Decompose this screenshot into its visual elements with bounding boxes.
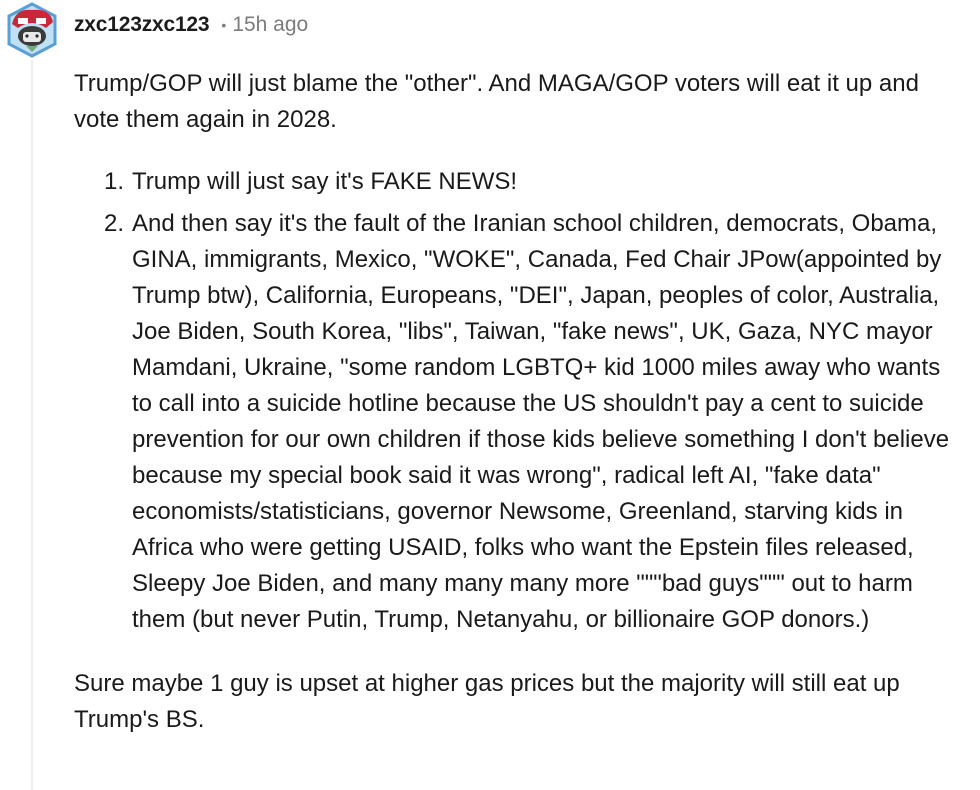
user-avatar[interactable] <box>6 2 58 58</box>
comment-ordered-list: 1. Trump will just say it's FAKE NEWS! 2… <box>74 164 954 638</box>
comment-paragraph: Sure maybe 1 guy is upset at higher gas … <box>74 670 900 733</box>
list-item-number: 2. <box>104 210 125 237</box>
snoo-avatar-icon <box>7 2 57 58</box>
list-item: 1. Trump will just say it's FAKE NEWS! <box>104 164 954 200</box>
username-link[interactable]: zxc123zxc123 <box>74 13 210 37</box>
list-item-text: Trump will just say it's FAKE NEWS! <box>132 168 518 195</box>
comment-header: zxc123zxc123 • 15h ago <box>74 10 308 40</box>
comment-body: Trump/GOP will just blame the "other". A… <box>74 66 954 738</box>
list-item: 2. And then say it's the fault of the Ir… <box>104 206 954 638</box>
list-item-number: 1. <box>104 168 125 195</box>
meta-separator: • <box>221 17 227 33</box>
thread-line[interactable] <box>31 60 33 790</box>
comment-paragraph: Trump/GOP will just blame the "other". A… <box>74 70 919 133</box>
list-item-text: And then say it's the fault of the Irani… <box>132 210 950 633</box>
comment-timestamp[interactable]: 15h ago <box>232 13 308 37</box>
